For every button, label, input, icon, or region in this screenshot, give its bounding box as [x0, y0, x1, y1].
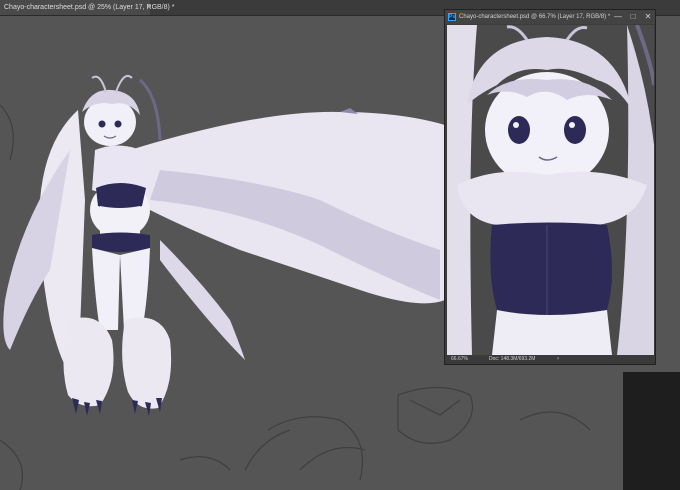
maximize-icon[interactable]: □	[626, 10, 640, 24]
photoshop-app-icon: Ps	[448, 13, 456, 21]
status-menu-arrow-icon[interactable]: ›	[557, 355, 559, 364]
minimize-icon[interactable]: —	[611, 10, 625, 24]
zoomed-canvas-view[interactable]	[447, 25, 654, 360]
tab-close-icon[interactable]: ×	[145, 3, 153, 11]
document-tab[interactable]: Chayo-charactersheet.psd @ 25% (Layer 17…	[0, 0, 175, 15]
panel-dock-area	[623, 372, 680, 490]
zoomed-illustration	[447, 25, 654, 355]
close-icon[interactable]: ✕	[641, 10, 655, 24]
floating-document-window[interactable]: Ps Chayo-charactersheet.psd @ 66.7% (Lay…	[444, 9, 656, 365]
floating-window-titlebar[interactable]: Ps Chayo-charactersheet.psd @ 66.7% (Lay…	[445, 10, 655, 24]
zoom-level[interactable]: 66.67%	[451, 355, 468, 364]
floating-window-statusbar: 66.67% Doc: 148.3M/693.2M ›	[445, 355, 655, 364]
floating-window-title: Chayo-charactersheet.psd @ 66.7% (Layer …	[459, 14, 611, 20]
document-size-info: Doc: 148.3M/693.2M	[489, 356, 536, 362]
